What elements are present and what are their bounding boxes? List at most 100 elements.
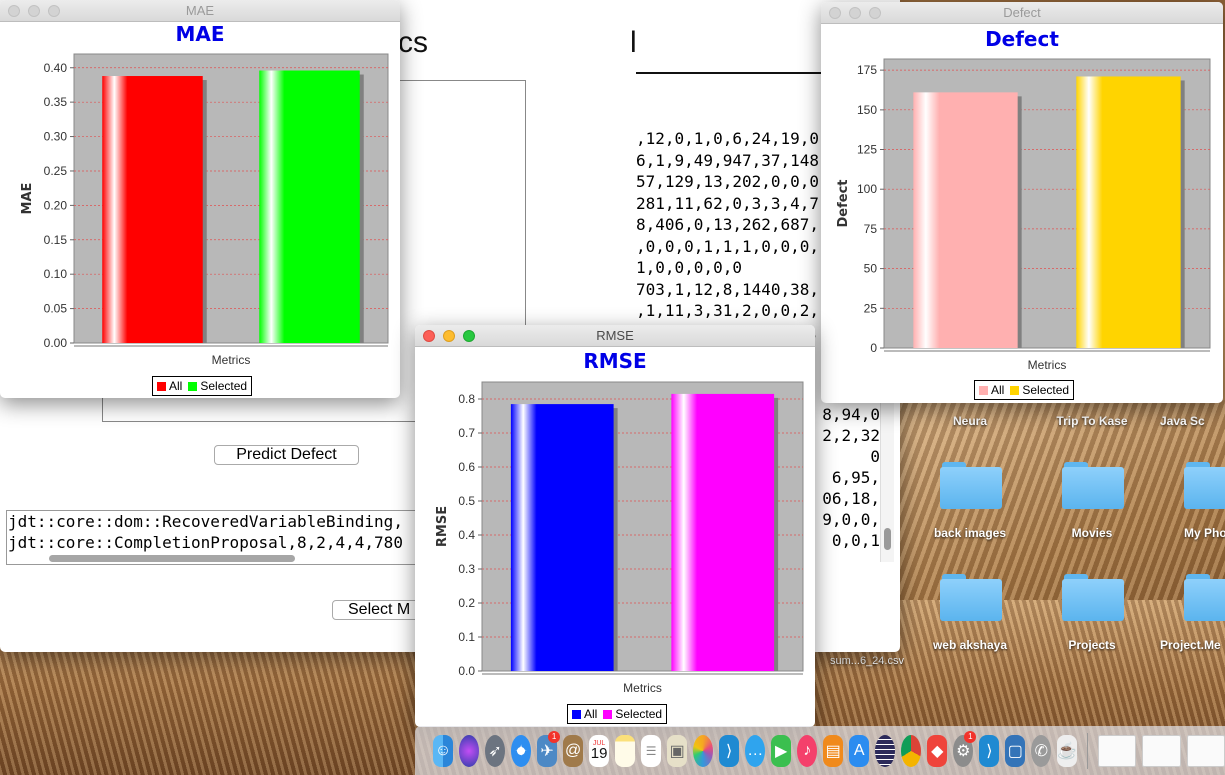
y-tick-label: 0.1 — [458, 630, 475, 644]
legend-item-all: All — [979, 383, 1004, 397]
facetime-icon[interactable]: ▶ — [771, 734, 792, 767]
legend-item-selected: Selected — [1010, 383, 1069, 397]
y-tick-label: 0.3 — [458, 562, 475, 576]
folder-label[interactable]: web akshaya — [915, 638, 1025, 652]
horizontal-scrollbar[interactable] — [49, 555, 295, 562]
chrome-icon[interactable] — [901, 734, 922, 767]
y-tick-label: 0.25 — [44, 164, 68, 178]
vertical-scrollbar[interactable] — [880, 400, 894, 562]
mae-titlebar[interactable]: MAE — [0, 0, 400, 22]
output-text-line: jdt::core::dom::RecoveredVariableBinding… — [8, 512, 403, 531]
preview-icon[interactable]: ▣ — [667, 734, 688, 767]
mae-chart: 0.40 0.35 0.30 0.25 0.20 0.15 0.10 0.05 0.00 MAE M… — [20, 53, 389, 367]
x-axis-label: Metrics — [212, 353, 251, 367]
window-thumbnail[interactable] — [1098, 734, 1137, 767]
desktop-label-neura[interactable]: Neura — [915, 414, 1025, 428]
folder-label[interactable]: My Pho — [1184, 526, 1225, 540]
bar-selected — [259, 70, 360, 343]
rmse-titlebar[interactable]: RMSE — [415, 325, 815, 347]
zoom-button[interactable] — [463, 330, 475, 342]
vscode-icon[interactable]: ⟩ — [719, 734, 740, 767]
desktop-label-java[interactable]: Java Sc — [1160, 414, 1225, 428]
minimize-button[interactable] — [28, 5, 40, 17]
y-tick-label: 175 — [857, 63, 877, 77]
y-tick-label: 0.40 — [44, 61, 68, 75]
siri-icon[interactable] — [459, 734, 480, 767]
csv-file-label[interactable]: sum...6_24.csv — [812, 655, 922, 667]
y-tick-label: 0.10 — [44, 267, 68, 281]
books-icon[interactable]: ▤ — [823, 734, 844, 767]
folder-icon[interactable] — [1184, 462, 1225, 510]
appstore-icon[interactable]: A — [849, 734, 870, 767]
rmse-window-title: RMSE — [596, 328, 634, 343]
folder-label[interactable]: Movies — [1037, 526, 1147, 540]
y-axis-label: MAE — [20, 183, 35, 215]
folder-label[interactable]: Projects — [1037, 638, 1147, 652]
virtualbox-icon[interactable]: ▢ — [1005, 734, 1026, 767]
folder-label[interactable]: back images — [915, 526, 1025, 540]
folder-icon[interactable] — [1184, 574, 1225, 622]
launchpad-icon[interactable]: ➶ — [485, 734, 506, 767]
folder-icon[interactable] — [940, 462, 1002, 510]
y-tick-label: 75 — [864, 222, 878, 236]
close-button[interactable] — [8, 5, 20, 17]
rmse-chart: 0.8 0.7 0.6 0.5 0.4 0.3 0.2 0.1 0.0 RMSE Metrics — [435, 381, 804, 695]
y-tick-label: 0.5 — [458, 494, 475, 508]
main-title-fragment: cs — [398, 26, 428, 59]
messages-icon[interactable]: … — [745, 734, 766, 767]
music-icon[interactable]: ♪ — [797, 734, 818, 767]
defect-window: Defect Defect 175 150 125 100 75 50 25 0 Defect M… — [821, 2, 1223, 403]
window-thumbnail[interactable] — [1142, 734, 1181, 767]
vscode-icon-2[interactable]: ⟩ — [979, 734, 1000, 767]
folder-icon[interactable] — [1062, 574, 1124, 622]
mae-legend: All Selected — [152, 376, 253, 396]
legend-item-selected: Selected — [188, 379, 247, 393]
safari-icon[interactable]: ✦ — [511, 734, 532, 767]
finder-icon[interactable]: ☺ — [433, 734, 454, 767]
folder-label[interactable]: Project.Me — [1160, 638, 1225, 652]
photos-app-icon[interactable]: ✈ 1 — [537, 730, 561, 767]
y-tick-label: 125 — [857, 143, 877, 157]
defect-titlebar[interactable]: Defect — [821, 2, 1223, 24]
legend-item-all: All — [572, 707, 597, 721]
window-controls — [8, 5, 60, 17]
bar-all — [510, 404, 614, 671]
anydesk-icon[interactable]: ◆ — [927, 734, 948, 767]
zoom-button[interactable] — [48, 5, 60, 17]
y-tick-label: 0.2 — [458, 596, 475, 610]
desktop-label-trip[interactable]: Trip To Kase — [1037, 414, 1147, 428]
output-text-area[interactable]: jdt::core::dom::RecoveredVariableBinding… — [6, 510, 416, 565]
folder-icon[interactable] — [940, 574, 1002, 622]
calendar-icon[interactable]: JUL 19 — [589, 734, 610, 767]
data-text-right-line: 0 — [870, 447, 880, 466]
bar-selected — [671, 393, 775, 671]
eclipse-icon[interactable] — [875, 734, 896, 767]
data-text-right-line: 6,95, — [831, 468, 880, 487]
close-button[interactable] — [423, 330, 435, 342]
system-preferences-icon[interactable]: ⚙ 1 — [953, 730, 977, 767]
contacts-icon[interactable]: @ — [563, 734, 584, 767]
mae-window-title: MAE — [185, 3, 215, 18]
y-tick-label: 0.20 — [44, 198, 68, 212]
scrollbar-thumb[interactable] — [884, 528, 891, 550]
legend-item-all: All — [157, 379, 182, 393]
folder-icon[interactable] — [1062, 462, 1124, 510]
photos-icon[interactable] — [693, 734, 714, 767]
output-text-line: jdt::core::CompletionProposal,8,2,4,4,78… — [8, 533, 403, 552]
predict-defect-button[interactable]: Predict Defect — [214, 445, 359, 465]
whatsapp-icon[interactable]: ✆ — [1031, 734, 1052, 767]
bar-selected — [1076, 76, 1181, 348]
reminders-icon[interactable]: ☰ — [641, 734, 662, 767]
close-button[interactable] — [829, 7, 841, 19]
dock-divider — [1087, 732, 1089, 769]
mae-chart-title: MAE — [175, 22, 225, 46]
data-text-area-right: 8,94,0 2,2,32 0 6,95, 06,18, 9,0,0, 0,0,1 — [814, 404, 880, 562]
bar-all — [913, 92, 1018, 348]
mae-window: MAE MAE 0.40 0.35 0.30 0.25 0.20 0.15 0.10 0.05… — [0, 0, 400, 398]
notes-icon[interactable] — [615, 734, 636, 767]
java-icon[interactable]: ☕ — [1057, 734, 1078, 767]
window-thumbnail[interactable] — [1186, 734, 1225, 767]
minimize-button[interactable] — [849, 7, 861, 19]
zoom-button[interactable] — [869, 7, 881, 19]
minimize-button[interactable] — [443, 330, 455, 342]
